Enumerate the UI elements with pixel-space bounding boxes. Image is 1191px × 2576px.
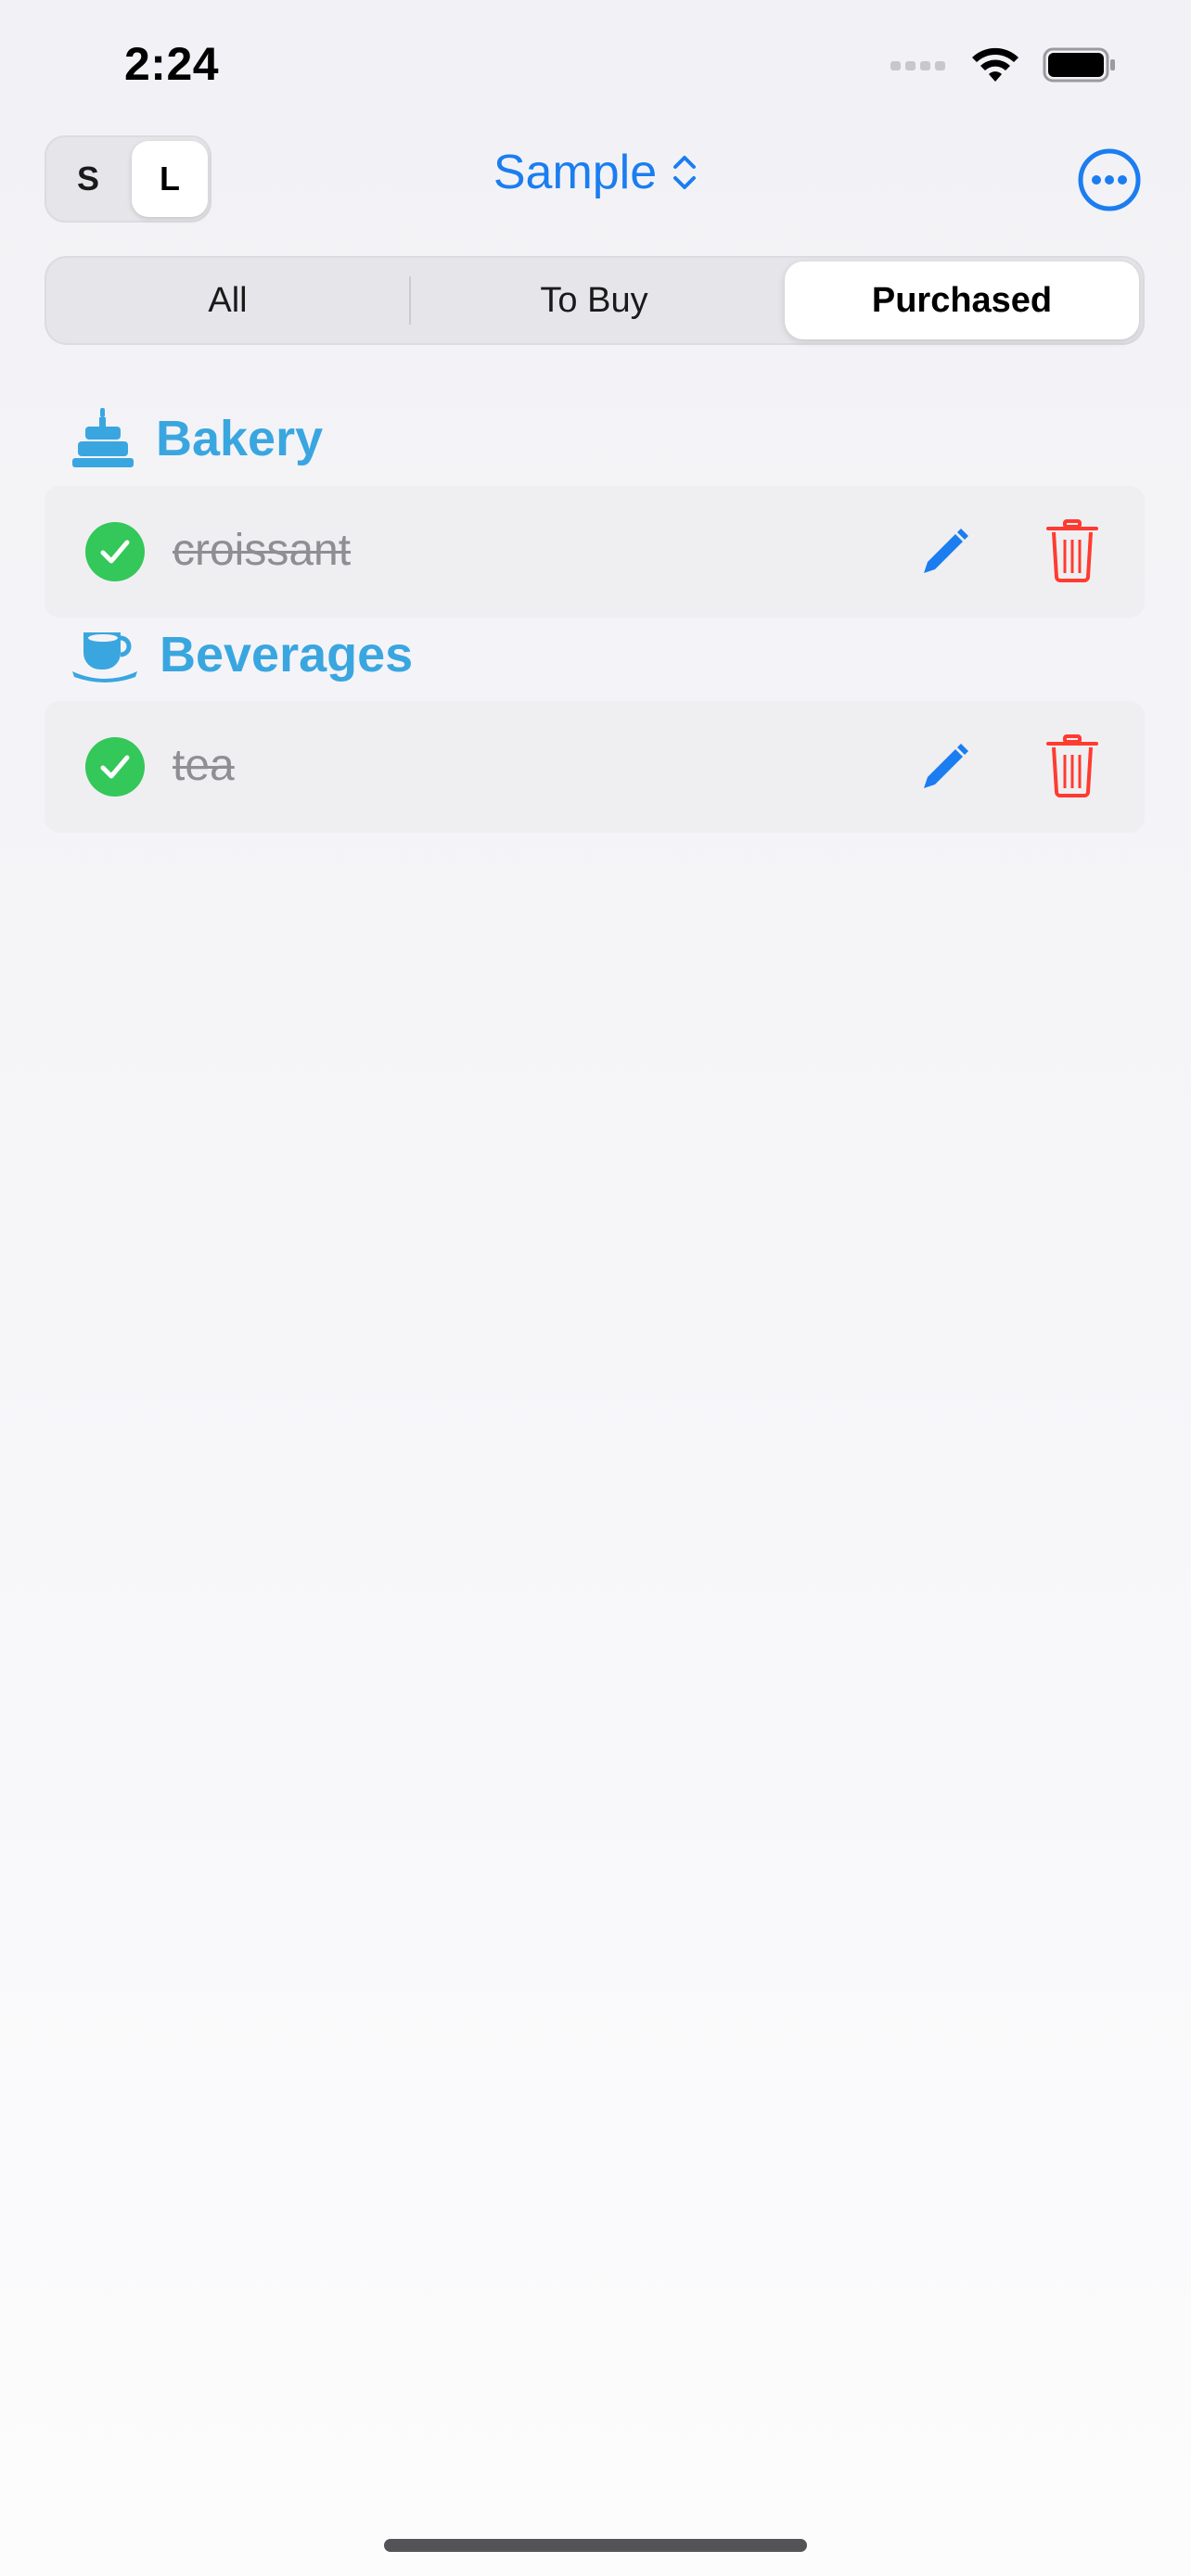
- list-picker[interactable]: Sample: [0, 145, 1191, 200]
- cake-icon: [72, 408, 134, 467]
- tab-purchased[interactable]: Purchased: [785, 261, 1139, 339]
- more-options-icon[interactable]: [1078, 148, 1141, 211]
- battery-icon: [1043, 47, 1115, 83]
- checkmark-circle-icon[interactable]: [85, 737, 145, 797]
- trash-icon[interactable]: [1046, 734, 1098, 797]
- item-name: croissant: [173, 526, 352, 575]
- home-indicator[interactable]: [384, 2539, 807, 2552]
- status-icons: [890, 46, 1117, 83]
- list-item-tea[interactable]: tea: [45, 701, 1145, 833]
- chevron-up-down-icon: [673, 156, 697, 189]
- section-header-bakery: Bakery: [70, 406, 323, 471]
- cup-icon: [72, 632, 137, 682]
- status-time: 2:24: [124, 38, 220, 90]
- trash-icon[interactable]: [1046, 519, 1098, 582]
- pencil-icon[interactable]: [916, 525, 972, 580]
- section-header-beverages: Beverages: [70, 625, 413, 684]
- checkmark-circle-icon[interactable]: [85, 522, 145, 581]
- item-name: tea: [173, 741, 235, 790]
- section-title: Bakery: [156, 411, 324, 466]
- pencil-icon[interactable]: [916, 740, 972, 796]
- tab-to-buy[interactable]: To Buy: [411, 256, 777, 345]
- cellular-signal-icon: [890, 61, 945, 70]
- section-title: Beverages: [160, 627, 414, 682]
- wifi-icon: [972, 47, 1018, 82]
- list-title: Sample: [493, 146, 658, 199]
- list-item-croissant[interactable]: croissant: [45, 486, 1145, 618]
- filter-segmented-control: All To Buy Purchased: [45, 256, 1145, 345]
- tab-all[interactable]: All: [45, 256, 411, 345]
